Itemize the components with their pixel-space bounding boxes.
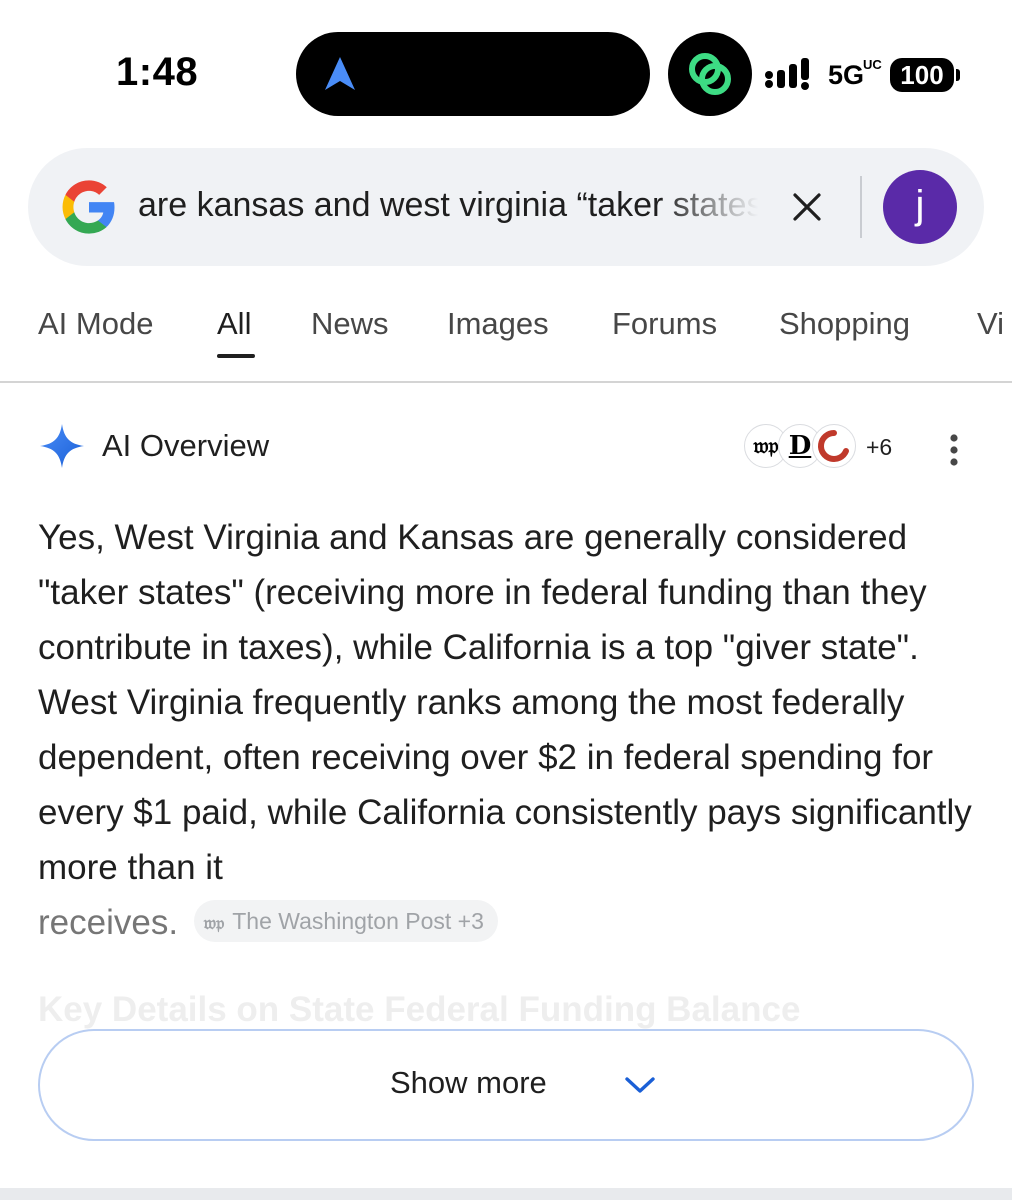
tab-all[interactable]: All [217, 306, 251, 342]
clear-icon[interactable] [790, 190, 824, 229]
red-ring-source-icon [812, 424, 856, 468]
show-more-label: Show more [390, 1065, 547, 1100]
key-details-heading: Key Details on State Federal Funding Bal… [38, 990, 801, 1029]
sources-more-count[interactable]: +6 [866, 434, 892, 461]
active-tab-indicator [217, 354, 255, 358]
bottom-separator [0, 1188, 1012, 1200]
tab-images[interactable]: Images [447, 306, 549, 342]
citation-chip[interactable]: 𝔴𝔭 The Washington Post +3 [193, 899, 498, 942]
search-input[interactable]: are kansas and west virginia “taker stat… [138, 186, 758, 230]
google-g-icon [60, 178, 118, 241]
tabs-divider [0, 381, 1012, 383]
show-more-button[interactable]: Show more [38, 1029, 974, 1141]
search-bar[interactable]: are kansas and west virginia “taker stat… [28, 148, 984, 266]
source-icons[interactable]: 𝔴𝔭 D [744, 424, 860, 470]
search-divider [860, 176, 862, 238]
tab-forums[interactable]: Forums [612, 306, 717, 342]
tab-ai-mode[interactable]: AI Mode [38, 306, 153, 342]
battery-nub [956, 69, 960, 81]
ai-overview-body: Yes, West Virginia and Kansas are genera… [38, 510, 978, 950]
chevron-down-icon [624, 1075, 656, 1100]
network-type: 5G [828, 60, 865, 90]
dynamic-island[interactable] [296, 32, 650, 116]
linked-circles-icon[interactable] [668, 32, 752, 116]
navigation-arrow-icon [320, 54, 360, 99]
tab-news[interactable]: News [311, 306, 389, 342]
citation-label: The Washington Post +3 [232, 907, 484, 934]
battery-level: 100 [890, 58, 954, 92]
ai-overview-text-faded: receives. [38, 903, 179, 942]
tab-videos[interactable]: Vi [977, 306, 1004, 342]
more-options-icon[interactable] [946, 432, 962, 473]
network-superscript: UC [863, 57, 882, 72]
gemini-sparkle-icon [38, 422, 86, 475]
tab-shopping[interactable]: Shopping [779, 306, 910, 342]
ai-overview-text: Yes, West Virginia and Kansas are genera… [38, 518, 972, 887]
status-time: 1:48 [116, 50, 199, 94]
washington-post-logo-icon: 𝔴𝔭 [203, 912, 225, 934]
search-tabs: AI Mode All News Images Forums Shopping … [0, 300, 1012, 384]
signal-bars-icon [764, 56, 816, 97]
avatar[interactable]: j [883, 170, 957, 244]
ai-overview-title: AI Overview [102, 428, 270, 463]
